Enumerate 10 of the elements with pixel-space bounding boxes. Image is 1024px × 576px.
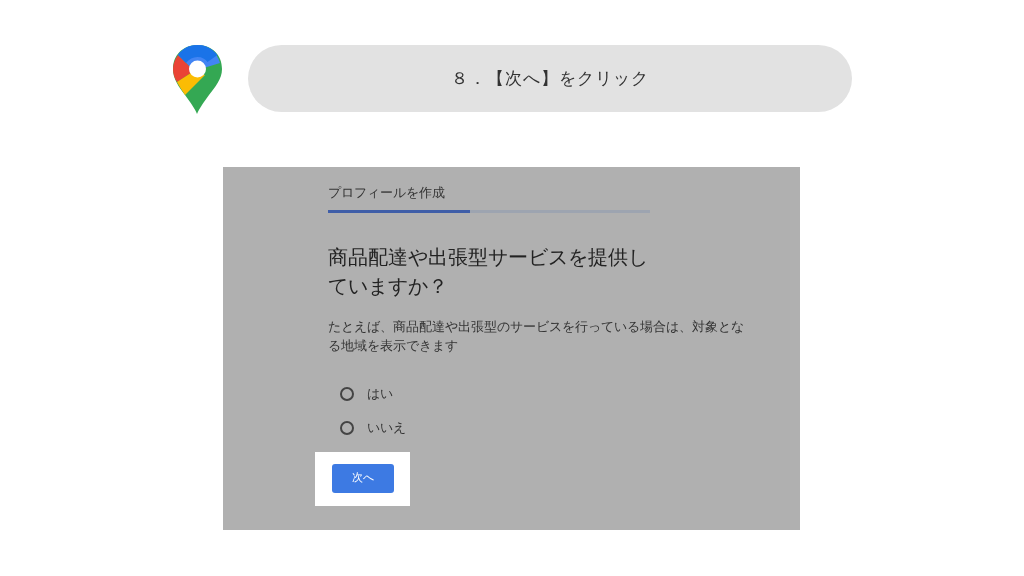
description-text: たとえば、商品配達や出張型のサービスを行っている場合は、対象となる地域を表示できます xyxy=(328,317,745,355)
page-header: プロフィールを作成 xyxy=(328,184,446,202)
option-label[interactable]: いいえ xyxy=(367,417,406,438)
next-button[interactable]: 次へ xyxy=(331,464,394,493)
step-banner: ８．【次へ】をクリック xyxy=(248,45,852,112)
map-pin-icon xyxy=(170,42,225,115)
radio-button[interactable] xyxy=(340,420,354,435)
option-label[interactable]: はい xyxy=(367,383,393,404)
radio-button[interactable] xyxy=(340,386,354,401)
question-title: 商品配達や出張型サービスを提供していますか？ xyxy=(328,244,649,300)
